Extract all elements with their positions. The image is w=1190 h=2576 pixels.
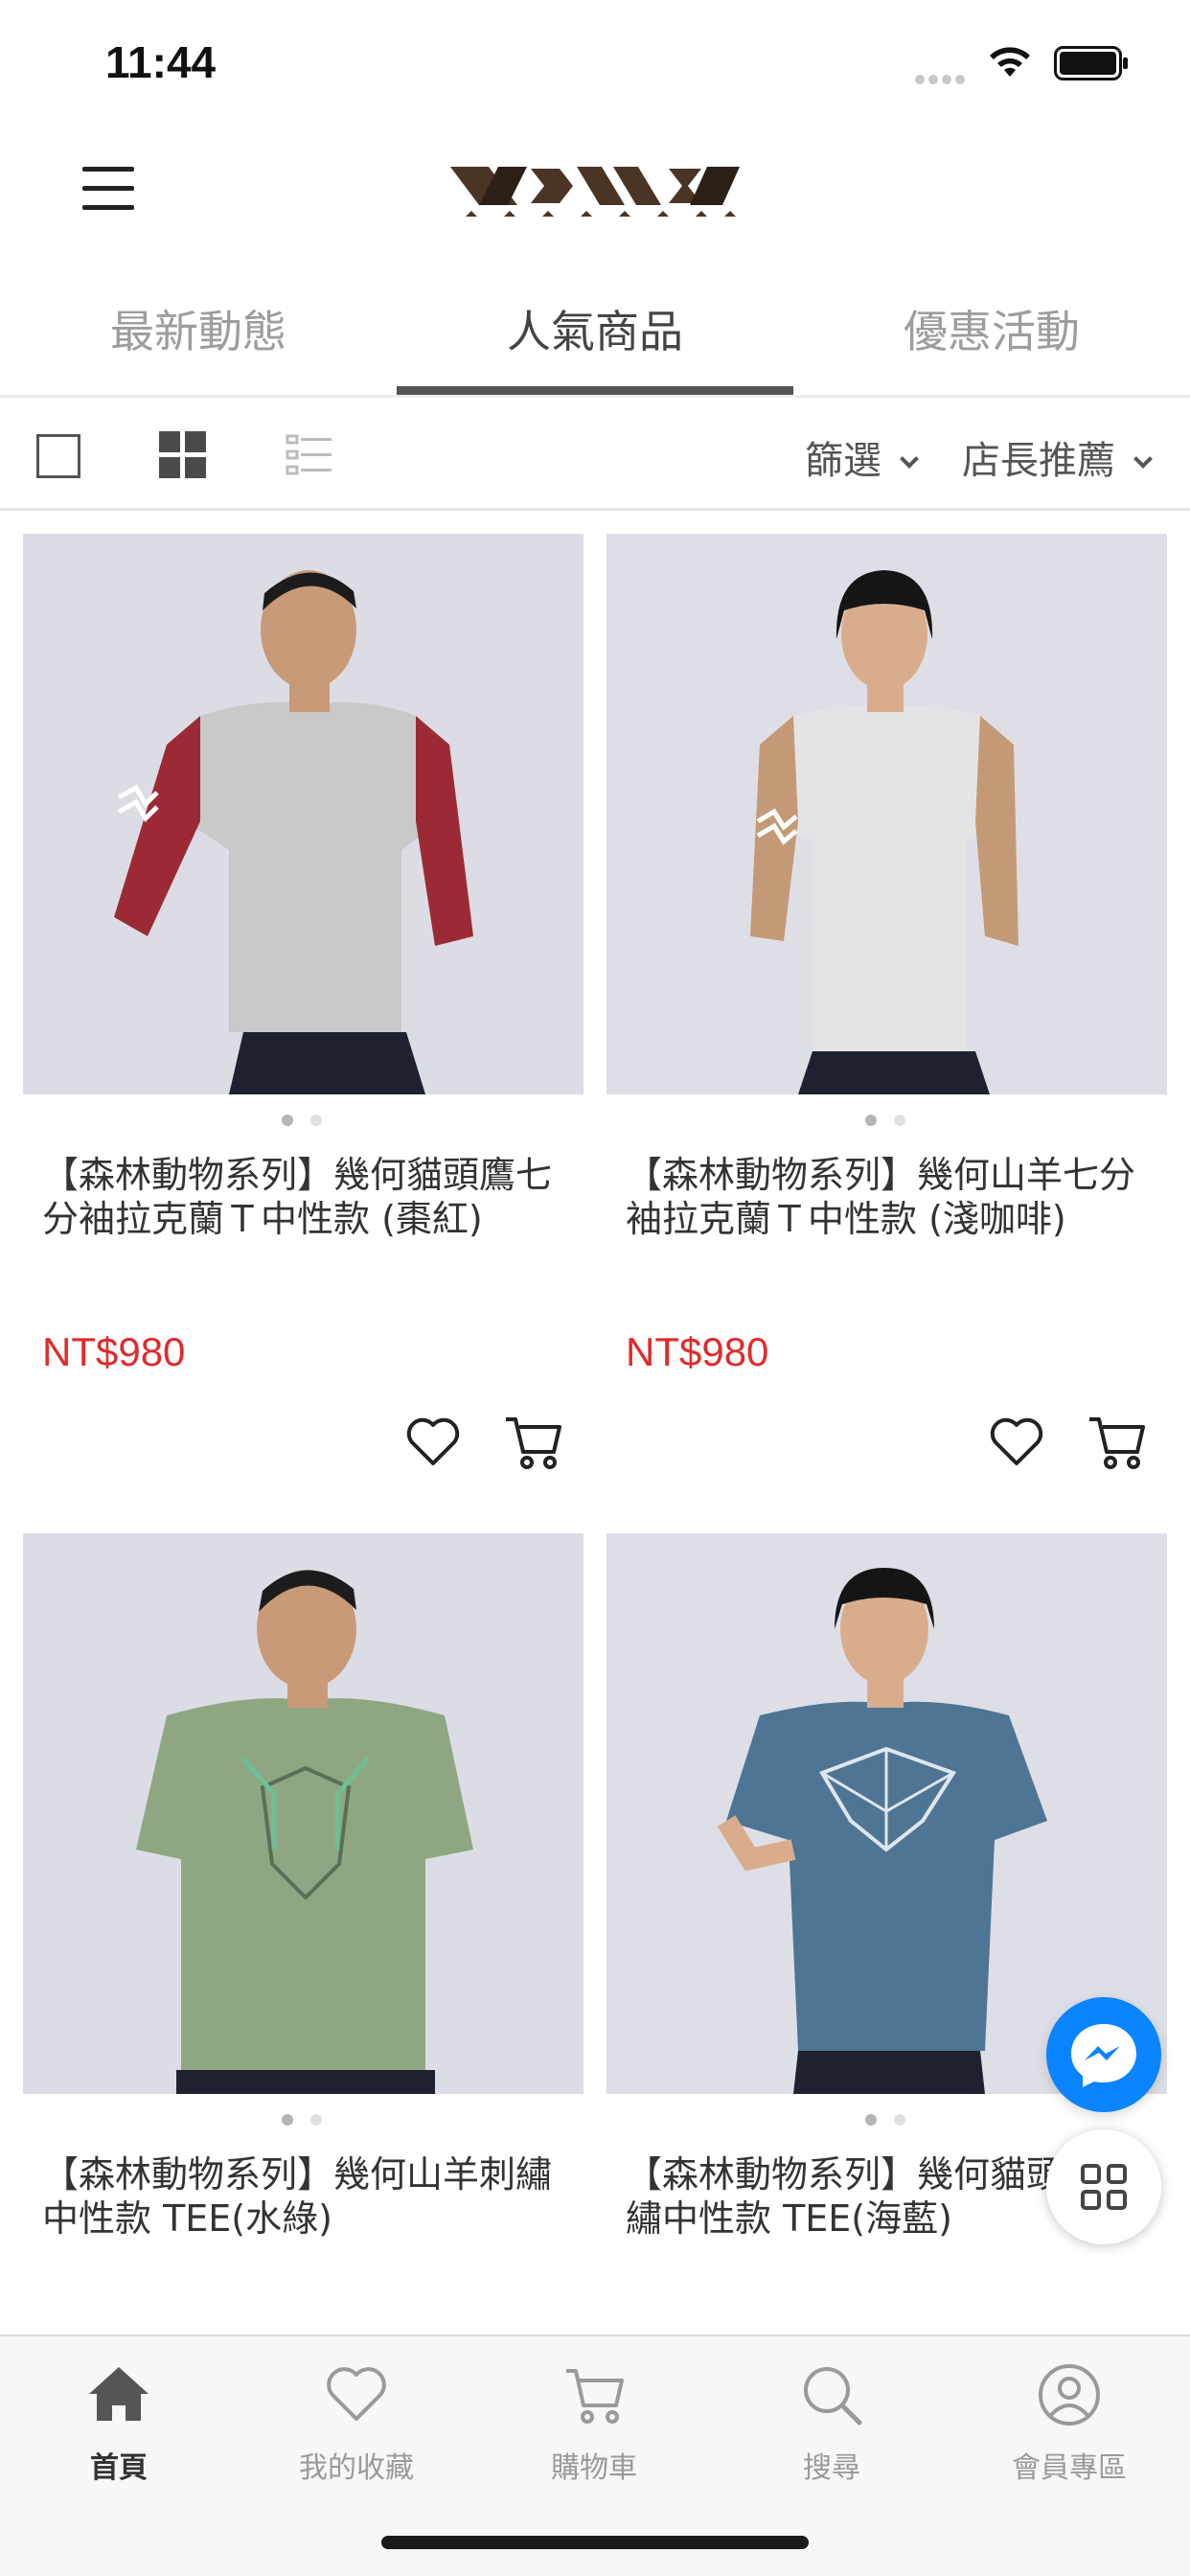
product-card[interactable]: 【森林動物系列】幾何山羊刺繡中性款 TEE(水綠) (23, 1533, 584, 2300)
sort-label: 店長推薦 (962, 439, 1115, 483)
nav-home[interactable]: 首頁 (0, 2361, 238, 2486)
nav-label: 會員專區 (1012, 2451, 1127, 2485)
status-bar: 11:44 (0, 0, 1190, 129)
product-image[interactable] (23, 1533, 584, 2094)
product-card[interactable]: 【森林動物系列】幾何貓頭鷹七分袖拉克蘭Ｔ中性款 (棗紅) NT$980 (23, 534, 584, 1492)
nav-label: 搜尋 (803, 2451, 860, 2485)
carousel-dot (894, 1115, 905, 1126)
carousel-dot-active (282, 1115, 293, 1126)
heart-icon (327, 2367, 386, 2421)
grid-menu-icon (1081, 2164, 1127, 2210)
messenger-chat-button[interactable] (1046, 1997, 1161, 2112)
carousel-dot (310, 2114, 322, 2126)
user-icon (1039, 2364, 1100, 2426)
tab-popular-products[interactable]: 人氣商品 (397, 297, 793, 360)
product-image[interactable] (606, 534, 1167, 1094)
active-tab-indicator (397, 386, 793, 395)
nav-cart[interactable]: 購物車 (475, 2361, 713, 2486)
messenger-icon (1071, 2024, 1136, 2087)
signal-icon (915, 70, 971, 84)
add-to-cart-icon[interactable] (1086, 1412, 1147, 1473)
product-title[interactable]: 【森林動物系列】幾何山羊刺繡中性款 TEE(水綠) (42, 2152, 579, 2241)
nav-favorites[interactable]: 我的收藏 (238, 2361, 475, 2486)
nav-label: 我的收藏 (299, 2451, 414, 2485)
carousel-dot-active (282, 2114, 293, 2126)
chevron-down-icon (1133, 449, 1153, 469)
add-to-cart-icon[interactable] (502, 1412, 563, 1473)
carousel-dot (310, 1115, 322, 1126)
tab-promotions[interactable]: 優惠活動 (793, 297, 1190, 360)
single-view-icon[interactable] (36, 434, 80, 478)
brand-logo[interactable] (443, 159, 747, 218)
wifi-icon (990, 47, 1030, 77)
product-price: NT$980 (42, 1329, 186, 1374)
quick-menu-button[interactable] (1046, 2129, 1161, 2244)
cart-icon (566, 2369, 624, 2424)
nav-search[interactable]: 搜尋 (713, 2361, 950, 2486)
carousel-dot-active (865, 2114, 877, 2126)
nav-label: 購物車 (551, 2451, 637, 2485)
filter-dropdown[interactable]: 篩選 (805, 429, 919, 485)
home-indicator (381, 2536, 809, 2549)
product-price: NT$980 (626, 1329, 769, 1374)
menu-button[interactable] (82, 165, 136, 211)
product-image[interactable] (23, 534, 584, 1094)
home-icon (89, 2367, 149, 2421)
nav-label: 首頁 (90, 2451, 148, 2485)
category-tabs: 最新動態 人氣商品 優惠活動 (0, 278, 1190, 398)
view-toolbar: 篩選 店長推薦 (0, 401, 1190, 511)
product-title[interactable]: 【森林動物系列】幾何貓頭鷹七分袖拉克蘭Ｔ中性款 (棗紅) (42, 1153, 579, 1241)
carousel-dot-active (865, 1115, 877, 1126)
chevron-down-icon (900, 449, 919, 469)
battery-icon (1054, 46, 1128, 80)
filter-label: 篩選 (805, 439, 881, 483)
search-icon (804, 2367, 862, 2426)
carousel-dot (894, 2114, 905, 2126)
favorite-heart-icon[interactable] (988, 1414, 1045, 1471)
product-title[interactable]: 【森林動物系列】幾何山羊七分袖拉克蘭Ｔ中性款 (淺咖啡) (626, 1153, 1162, 1241)
product-card[interactable]: 【森林動物系列】幾何山羊七分袖拉克蘭Ｔ中性款 (淺咖啡) NT$980 (606, 534, 1167, 1492)
favorite-heart-icon[interactable] (404, 1414, 462, 1471)
grid-view-icon[interactable] (159, 431, 207, 479)
nav-member[interactable]: 會員專區 (950, 2361, 1188, 2486)
sort-dropdown[interactable]: 店長推薦 (962, 429, 1153, 485)
status-time: 11:44 (105, 37, 217, 87)
list-view-icon[interactable] (286, 433, 333, 477)
tab-latest-news[interactable]: 最新動態 (0, 297, 397, 360)
